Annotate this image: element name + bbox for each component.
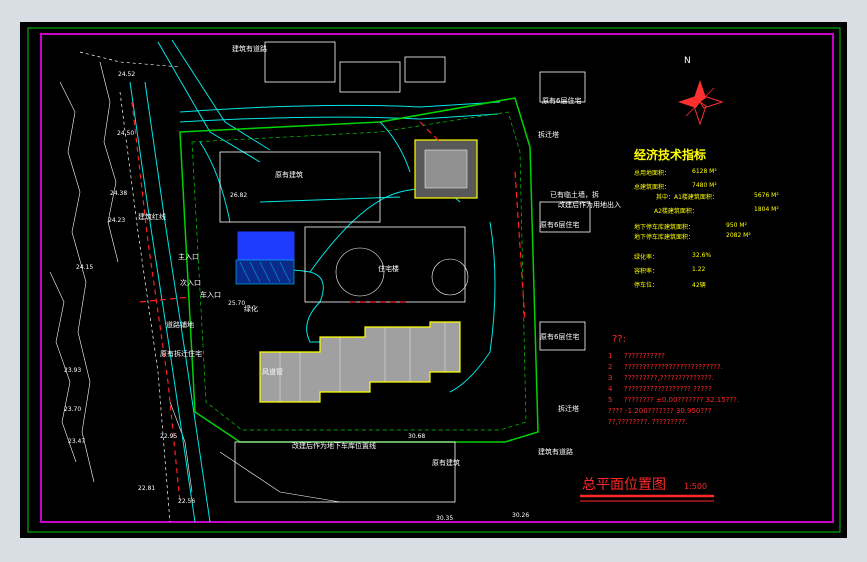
tech-row-value: 42辆 bbox=[692, 282, 706, 289]
label-gate-2: 次入口 bbox=[180, 279, 201, 287]
note-text: ??,????????. ?????????. bbox=[608, 418, 688, 426]
elevation: 30.68 bbox=[408, 433, 426, 440]
note-text: ?????????????????? ????? bbox=[624, 385, 712, 393]
label-tower-2: 拆迁塔 bbox=[558, 405, 579, 413]
label-residential-w: 原有拆迁住宅 bbox=[160, 350, 202, 358]
note-number: 1 bbox=[608, 352, 613, 360]
tech-row-label: A2楼建筑面积： bbox=[654, 208, 698, 215]
label-greenery: 绿化 bbox=[244, 305, 258, 313]
elevation: 25.70 bbox=[228, 300, 246, 307]
label-vent: 风道管 bbox=[262, 368, 283, 376]
tech-row-label: 总建筑面积： bbox=[634, 184, 671, 191]
label-road-top: 建筑有道路 bbox=[232, 45, 267, 53]
drawing-scale: 1:500 bbox=[684, 482, 708, 491]
tech-row-value: 7480 M² bbox=[692, 182, 717, 189]
landscape-circle bbox=[335, 247, 385, 297]
tech-row-label: 其中：A1楼建筑面积： bbox=[656, 194, 718, 201]
tech-row-value: 2082 M² bbox=[726, 232, 751, 239]
tech-row-value: 950 M² bbox=[726, 222, 747, 229]
tech-row-label: 地下停车库建筑面积： bbox=[634, 234, 695, 241]
label-building-bottom: 原有建筑 bbox=[432, 459, 460, 467]
note-text: ???? -1.200??????? 30.950??? bbox=[608, 407, 712, 415]
elevation: 22.95 bbox=[160, 433, 178, 440]
tech-row-label: 停车位： bbox=[634, 282, 659, 289]
label-building-top: 原有建筑 bbox=[275, 171, 303, 179]
elevation: 24.23 bbox=[108, 217, 126, 224]
elevation: 22.56 bbox=[178, 498, 196, 505]
elevation: 23.93 bbox=[64, 367, 82, 374]
note-text: ??????????????????????????. bbox=[624, 363, 723, 371]
elevation: 23.70 bbox=[64, 406, 82, 413]
elevation: 24.15 bbox=[76, 264, 94, 271]
label-tower-1: 拆迁塔 bbox=[538, 131, 559, 139]
inner-frame bbox=[40, 33, 834, 523]
elevation: 22.81 bbox=[138, 485, 156, 492]
tech-row-value: 1804 M² bbox=[754, 206, 779, 213]
road-edges bbox=[79, 51, 181, 523]
tech-row-value: 32.6% bbox=[692, 252, 712, 259]
note-text: ??????????? bbox=[624, 352, 665, 360]
label-residential-ne: 原有6层住宅 bbox=[542, 97, 582, 105]
cad-drawing-canvas: N 建筑有道路 建筑有道路 原有6层住宅 原有6层住宅 原有6层住宅 原有拆迁住… bbox=[20, 22, 847, 538]
blue-parking-block bbox=[237, 231, 295, 261]
tech-row-value: 6128 M² bbox=[692, 168, 717, 175]
north-label: N bbox=[684, 56, 691, 66]
elevation: 30.35 bbox=[436, 515, 454, 522]
north-road bbox=[179, 101, 501, 123]
tech-row-label: 绿化率： bbox=[634, 254, 659, 261]
elevation: 23.47 bbox=[68, 438, 86, 445]
label-residence-mid: 住宅楼 bbox=[378, 265, 399, 273]
drawing-title: 总平面位置图 bbox=[582, 477, 666, 493]
note-text: ???????? ±0.00??????? 32.15???. bbox=[624, 396, 740, 404]
label-note-demolish-2: 改建后作为用地出入 bbox=[558, 201, 621, 209]
note-number: 2 bbox=[608, 363, 613, 371]
elevation: 24.38 bbox=[110, 190, 128, 197]
note-text: ?????????,??????????????. bbox=[624, 374, 714, 382]
elevation: 26.82 bbox=[230, 192, 248, 199]
tech-row-value: 1.22 bbox=[692, 266, 706, 273]
note-number: 3 bbox=[608, 374, 613, 382]
label-road-bottom: 建筑有道路 bbox=[538, 448, 573, 456]
label-note-demolish: 已有临土墙，拆 bbox=[550, 191, 599, 199]
label-gate-main: 主入口 bbox=[178, 253, 199, 261]
label-pavement: 道路铺地 bbox=[166, 321, 194, 329]
label-gate-3: 车入口 bbox=[200, 291, 221, 299]
tech-row-label: 容积率： bbox=[634, 268, 659, 275]
elevation: 24.50 bbox=[117, 130, 135, 137]
elevation: 24.52 bbox=[118, 71, 136, 78]
tech-row-label: 总用地面积： bbox=[634, 170, 671, 177]
label-residential-e2: 原有6层住宅 bbox=[540, 333, 580, 341]
elevation: 30.26 bbox=[512, 512, 530, 519]
note-number: 4 bbox=[608, 385, 613, 393]
label-road-red: 建筑红线 bbox=[138, 213, 166, 221]
tech-row-value: 5676 M² bbox=[754, 192, 779, 199]
tech-table-title: 经济技术指标 bbox=[634, 148, 707, 162]
label-bottom-note: 改建后作为地下车库位置线 bbox=[292, 442, 376, 450]
note-number: 5 bbox=[608, 396, 613, 404]
tech-row-label: 地下停车库建筑面积： bbox=[634, 224, 695, 231]
notes-title: ??: bbox=[612, 334, 626, 345]
label-residential-e1: 原有6层住宅 bbox=[540, 221, 580, 229]
landscape-circle-2 bbox=[431, 258, 469, 296]
building-a2-roof bbox=[424, 149, 468, 189]
building-a1 bbox=[259, 321, 461, 403]
north-arrow-icon bbox=[678, 80, 724, 126]
